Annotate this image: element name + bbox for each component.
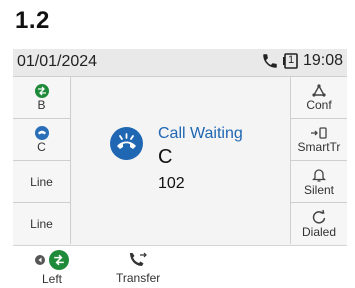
- call-info-panel: Call Waiting C 102: [72, 77, 290, 245]
- call-status-title: Call Waiting: [158, 125, 243, 142]
- line-key-4[interactable]: Line: [13, 203, 71, 244]
- call-waiting-icon: [110, 127, 143, 160]
- line-key-b[interactable]: B: [13, 77, 71, 119]
- left-line-keys: B C Line Line: [13, 77, 71, 245]
- smart-transfer-button[interactable]: SmartTr: [290, 119, 347, 161]
- caller-name: C: [158, 146, 173, 168]
- left-softkey[interactable]: Left: [35, 250, 69, 286]
- bell-icon: [312, 167, 326, 183]
- section-heading: 1.2: [15, 7, 50, 34]
- softkey-bar: Left Transfer: [13, 245, 347, 288]
- left-softkey-label: Left: [41, 272, 62, 286]
- conf-label: Conf: [306, 97, 332, 112]
- smart-transfer-label: SmartTr: [297, 139, 341, 154]
- line-badge-number: 1: [287, 54, 295, 66]
- line-key-c[interactable]: C: [13, 119, 71, 161]
- conference-icon: [311, 83, 327, 98]
- line-key-label: B: [37, 97, 46, 112]
- right-function-keys: Conf SmartTr Silent Dialed: [290, 77, 347, 245]
- line-key-label: C: [37, 139, 46, 154]
- transfer-icon: [49, 250, 69, 270]
- line-badge-icon: 1: [282, 52, 300, 70]
- phone-screen: 01/01/2024 1 19:08 B C Line Line Call Wa…: [13, 49, 347, 288]
- transfer-icon: [34, 83, 49, 98]
- phone-icon: [261, 52, 279, 70]
- status-right: 1 19:08: [261, 52, 343, 70]
- smart-transfer-icon: [310, 126, 328, 140]
- silent-label: Silent: [303, 182, 335, 197]
- status-bar: 01/01/2024 1 19:08: [13, 49, 347, 77]
- line-key-label: Line: [30, 216, 53, 231]
- redial-icon: [311, 209, 327, 225]
- silent-button[interactable]: Silent: [290, 161, 347, 203]
- left-arrow-icon: [35, 255, 45, 265]
- transfer-softkey[interactable]: Transfer: [116, 250, 160, 285]
- dialed-button[interactable]: Dialed: [290, 203, 347, 244]
- caller-number: 102: [158, 175, 185, 192]
- line-key-3[interactable]: Line: [13, 161, 71, 203]
- dialed-label: Dialed: [301, 224, 337, 239]
- call-waiting-icon: [34, 125, 49, 140]
- clock-time: 19:08: [302, 52, 343, 69]
- line-key-label: Line: [30, 174, 53, 189]
- date-label: 01/01/2024: [17, 53, 98, 70]
- conf-button[interactable]: Conf: [290, 77, 347, 119]
- transfer-softkey-label: Transfer: [116, 271, 161, 285]
- transfer-phone-icon: [127, 250, 149, 270]
